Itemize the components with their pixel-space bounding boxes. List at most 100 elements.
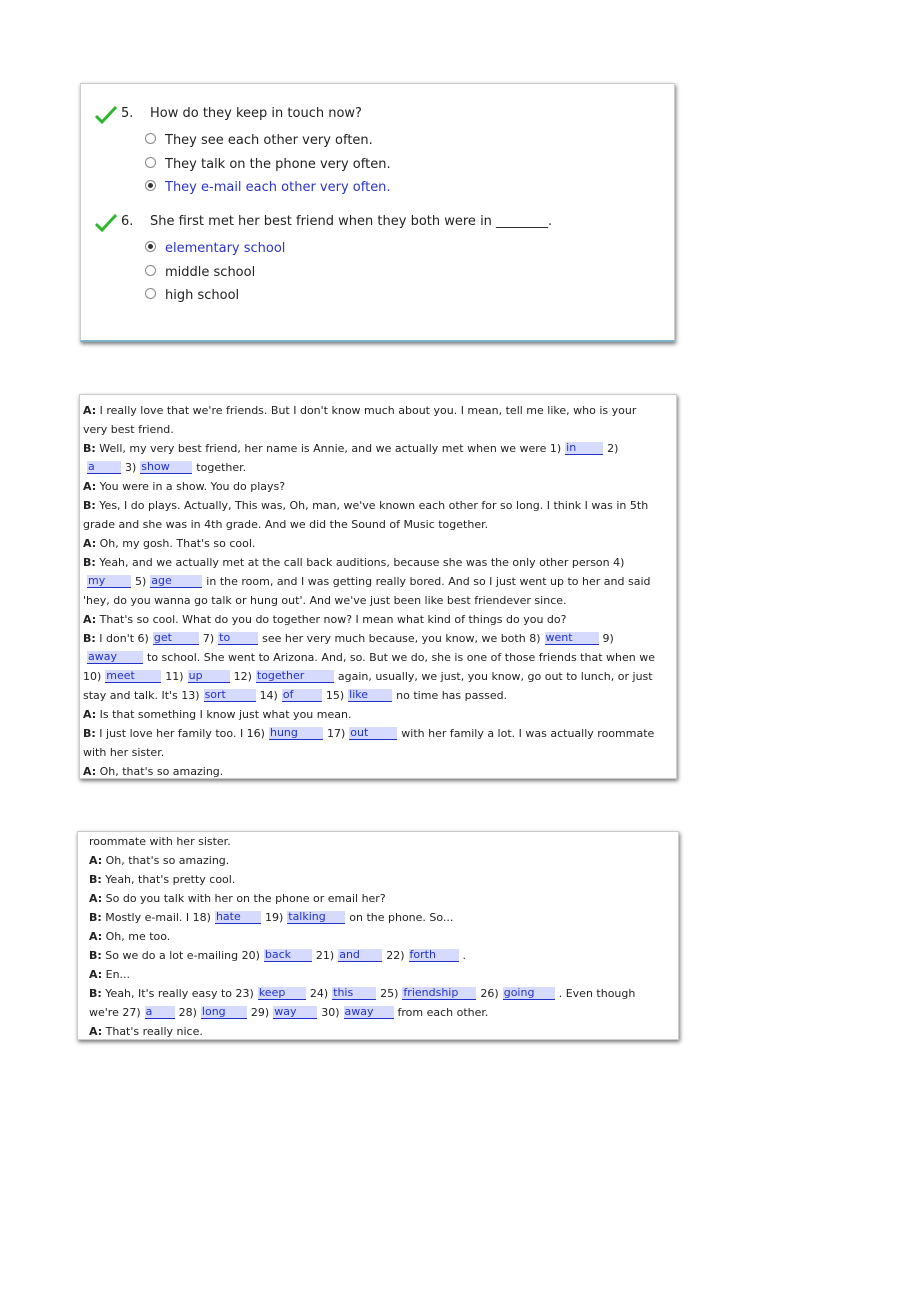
answer-blank[interactable]: hate — [214, 911, 261, 924]
answer-blank[interactable]: and — [338, 949, 383, 962]
dialog-text-segment: Well, my very best friend, her name is A… — [95, 442, 562, 455]
radio-button-checked[interactable] — [145, 241, 156, 252]
speaker-label: B: — [83, 556, 96, 569]
dialog-line: B: I don't 6) get 7) to see her very much be… — [83, 629, 655, 705]
radio-button-checked[interactable] — [145, 180, 156, 191]
dialog-line: A: I really love that we're friends. But… — [83, 401, 655, 439]
dialog-text-segment: 19) — [264, 911, 284, 924]
speaker-label: A: — [89, 968, 103, 981]
dialog-text-segment: roommate with her sister. — [89, 835, 231, 848]
dialog-text-segment: 15) — [325, 689, 345, 702]
dialog-line: B: Yeah, and we actually met at the call… — [83, 553, 655, 610]
answer-blank[interactable]: a — [144, 1006, 175, 1019]
radio-button[interactable] — [145, 265, 156, 276]
dialog-line: B: I just love her family too. I 16) hung… — [83, 724, 655, 762]
dialog-text-segment: 26) — [480, 987, 499, 1000]
answer-blank[interactable]: went — [544, 632, 599, 645]
answer-blank[interactable]: long — [200, 1006, 247, 1019]
option[interactable]: middle school — [145, 265, 255, 280]
answer-blank[interactable]: way — [273, 1006, 318, 1019]
dialog-line: A: Oh, that's so amazing. — [83, 762, 655, 778]
answer-blank[interactable]: show — [140, 461, 193, 474]
dialog-text-segment: So do you talk with her on the phone or … — [102, 892, 386, 905]
answer-blank[interactable]: away — [343, 1006, 394, 1019]
dialog-line: B: Yes, I do plays. Actually, This was, … — [83, 496, 655, 534]
speaker-label: A: — [83, 613, 97, 626]
dialog-panel-2: roommate with her sister. A: Oh, that's s… — [77, 831, 679, 1040]
answer-blank[interactable]: in — [565, 442, 604, 455]
answer-blank[interactable]: my — [87, 575, 131, 588]
option[interactable]: They talk on the phone very often. — [145, 157, 391, 172]
speaker-label: A: — [83, 765, 97, 778]
dialog-text-segment: Oh, my gosh. That's so cool. — [96, 537, 256, 550]
answer-blank[interactable]: away — [87, 651, 143, 664]
dialog-line: A: En... — [89, 965, 664, 984]
dialog-line: A: Oh, my gosh. That's so cool. — [83, 534, 655, 553]
answer-blank[interactable]: keep — [257, 987, 306, 1000]
answer-blank[interactable]: of — [281, 689, 322, 702]
radio-button[interactable] — [145, 288, 156, 299]
radio-button[interactable] — [145, 157, 156, 168]
speaker-label: A: — [89, 854, 103, 867]
dialog-text-segment: Oh, that's so amazing. — [96, 765, 224, 778]
dialog-text-segment: Yes, I do plays. Actually, This was, Oh,… — [83, 499, 649, 531]
dialog-text-segment: 11) — [165, 670, 184, 683]
answer-blank[interactable]: like — [348, 689, 393, 702]
answer-blank[interactable]: out — [349, 727, 398, 740]
dialog-text-segment: Oh, me too. — [102, 930, 171, 943]
dialog-line: B: Well, my very best friend, her name i… — [83, 439, 655, 477]
speaker-label: A: — [83, 404, 97, 417]
dialog-text-segment: I don't 6) — [95, 632, 149, 645]
dialog-text-segment: see her very much because, you know, we … — [262, 632, 541, 645]
dialog-line: B: Mostly e-mail. I 18) hate 19) talking on … — [89, 908, 664, 927]
question-text: She first met her best friend when they … — [150, 214, 553, 229]
option-selected[interactable]: elementary school — [145, 241, 285, 256]
dialog-text-segment: 5) — [135, 575, 147, 588]
dialog-text-segment: I just love her family too. I 16) — [95, 727, 265, 740]
dialog-text-segment: on the phone. So... — [349, 911, 454, 924]
answer-blank[interactable]: going — [502, 987, 555, 1000]
answer-blank[interactable]: forth — [408, 949, 459, 962]
answer-blank[interactable]: back — [263, 949, 312, 962]
dialog-line: B: So we do a lot e-mailing 20) back 21) an… — [89, 946, 664, 965]
speaker-label: B: — [83, 442, 96, 455]
answer-blank[interactable]: up — [187, 670, 230, 683]
dialog-text-segment: That's really nice. — [102, 1025, 203, 1038]
answer-blank[interactable]: meet — [105, 670, 162, 683]
speaker-label: B: — [89, 949, 102, 962]
question-text: How do they keep in touch now? — [150, 106, 362, 121]
answer-blank[interactable]: hung — [268, 727, 323, 740]
dialog-text: roommate with her sister. A: Oh, that's s… — [89, 832, 664, 1039]
dialog-line: A: Oh, that's so amazing. — [89, 851, 664, 870]
answer-blank[interactable]: sort — [203, 689, 256, 702]
dialog-panel-1: A: I really love that we're friends. But… — [79, 394, 677, 779]
option-selected[interactable]: They e-mail each other very often. — [145, 180, 391, 195]
speaker-label: A: — [89, 1025, 103, 1038]
answer-blank[interactable]: talking — [287, 911, 346, 924]
radio-button[interactable] — [145, 133, 156, 144]
dialog-line: B: Yeah, that's pretty cool. — [89, 870, 664, 889]
option-label: They see each other very often. — [165, 133, 373, 148]
option-label: high school — [165, 288, 240, 303]
question-number: 6. — [121, 214, 134, 229]
option-label: middle school — [165, 265, 256, 280]
answer-blank[interactable]: to — [218, 632, 259, 645]
answer-blank[interactable]: get — [152, 632, 199, 645]
dialog-text-segment: Yeah, It's really easy to 23) — [101, 987, 254, 1000]
speaker-label: B: — [89, 911, 102, 924]
answer-blank[interactable]: a — [87, 461, 121, 474]
dialog-text-segment: That's so cool. What do you do together … — [96, 613, 567, 626]
checkmark-icon — [95, 106, 117, 124]
dialog-text-segment: Oh, that's so amazing. — [102, 854, 230, 867]
speaker-label: B: — [89, 987, 102, 1000]
answer-blank[interactable]: together — [255, 670, 334, 683]
answer-blank[interactable]: friendship — [402, 987, 477, 1000]
speaker-label: A: — [83, 537, 97, 550]
option[interactable]: high school — [145, 288, 239, 303]
option[interactable]: They see each other very often. — [145, 133, 373, 148]
dialog-text-segment: 14) — [259, 689, 278, 702]
answer-blank[interactable]: age — [150, 575, 203, 588]
answer-blank[interactable]: this — [332, 987, 377, 1000]
dialog-text-segment: 22) — [386, 949, 405, 962]
dialog-text-segment: So we do a lot e-mailing 20) — [101, 949, 260, 962]
